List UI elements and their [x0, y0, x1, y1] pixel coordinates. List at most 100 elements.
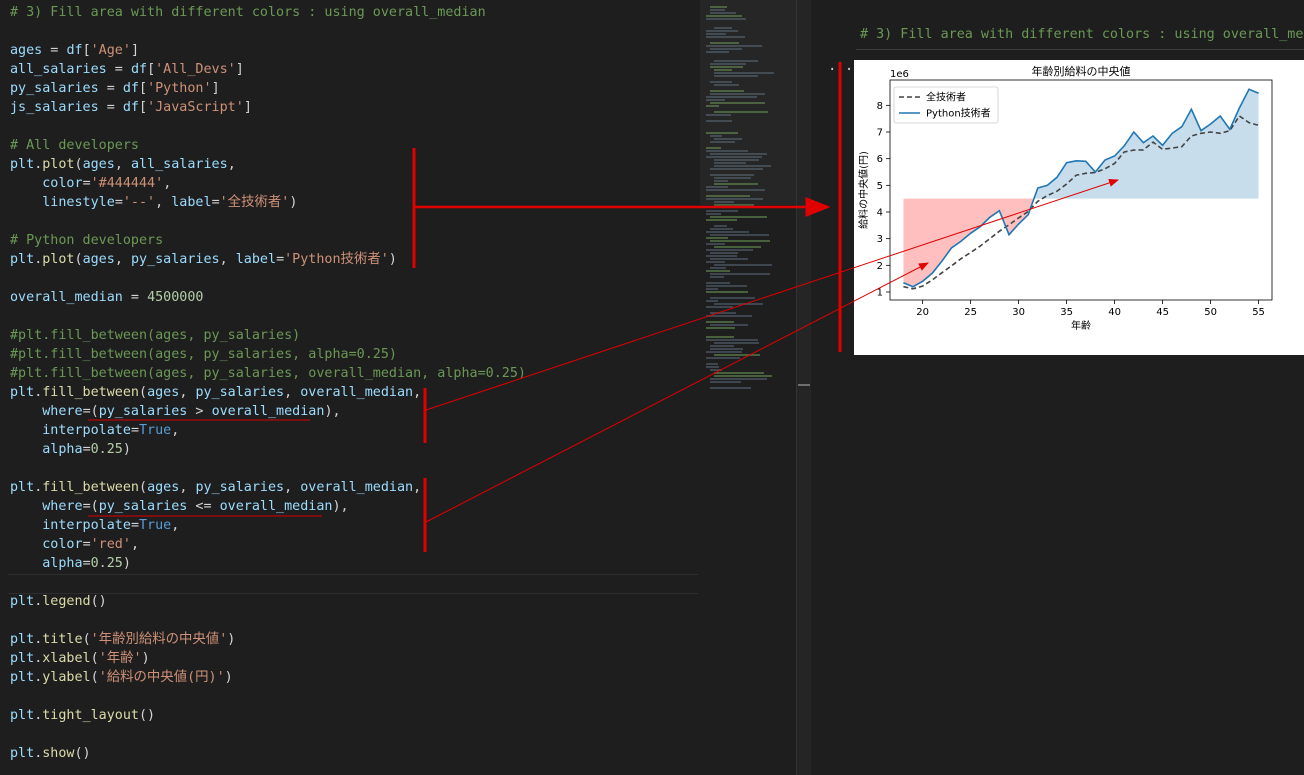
code-line[interactable]: # 3) Fill area with different colors : u…	[10, 3, 486, 22]
code-line[interactable]: overall_median = 4500000	[10, 288, 204, 307]
code-line[interactable]: # All developers	[10, 136, 139, 155]
code-line[interactable]: plt.plot(ages, all_salaries,	[10, 155, 236, 174]
code-line[interactable]: js_salaries = df['JavaScript']	[10, 98, 252, 117]
minimap-line	[710, 234, 769, 236]
code-line[interactable]: all_salaries = df['All_Devs']	[10, 60, 244, 79]
chart-title: 年齢別給料の中央値	[1032, 64, 1131, 78]
y-tick-label: 3	[877, 234, 883, 245]
code-line[interactable]: interpolate=True,	[10, 516, 179, 535]
code-token: (	[74, 252, 83, 267]
code-token: py_salaries	[195, 480, 285, 495]
code-token: =	[114, 195, 123, 210]
code-token: plt	[10, 651, 35, 666]
code-editor[interactable]: # 3) Fill area with different colors : u…	[0, 0, 700, 775]
code-token: =	[122, 290, 148, 305]
code-token: plt	[10, 632, 35, 647]
code-token: ,	[179, 480, 196, 495]
minimap-line	[706, 351, 742, 353]
code-token: ,	[413, 385, 422, 400]
code-token: ,	[114, 252, 131, 267]
code-token: # All developers	[10, 138, 139, 153]
vertical-scrollbar[interactable]	[796, 0, 811, 775]
code-token: plt	[10, 157, 35, 172]
code-token: ages	[147, 385, 180, 400]
code-line[interactable]: color='#444444',	[10, 174, 171, 193]
code-token: overall_median	[300, 385, 414, 400]
code-token: df	[66, 43, 83, 58]
code-line[interactable]: # Python developers	[10, 231, 163, 250]
x-tick-label: 20	[916, 307, 929, 318]
code-token: alpha	[42, 442, 83, 457]
code-token: #plt.fill_between(ages, py_salaries, alp…	[10, 347, 397, 362]
minimap-line	[714, 375, 772, 377]
code-token: =	[98, 100, 123, 115]
minimap-line	[710, 267, 726, 269]
code-line[interactable]: linestyle='--', label='全技術者')	[10, 193, 297, 212]
code-line[interactable]: where=(py_salaries <= overall_median),	[10, 497, 349, 516]
code-line[interactable]: interpolate=True,	[10, 421, 179, 440]
code-line[interactable]: py_salaries = df['Python']	[10, 79, 220, 98]
x-tick-label: 50	[1204, 307, 1217, 318]
code-token: 'All_Devs'	[155, 62, 236, 77]
code-token: ),	[332, 499, 349, 514]
code-line[interactable]: plt.legend()	[10, 592, 107, 611]
scrollbar-position-marker	[798, 384, 810, 386]
code-token: )	[224, 670, 233, 685]
code-token: 'red'	[90, 537, 131, 552]
code-token: overall_median	[300, 480, 414, 495]
code-line[interactable]: #plt.fill_between(ages, py_salaries)	[10, 326, 300, 345]
minimap-line	[706, 255, 737, 257]
code-token: )	[388, 252, 397, 267]
code-token: ()	[139, 708, 156, 723]
code-token: interpolate	[42, 518, 131, 533]
code-line[interactable]: plt.title('年齢別給料の中央値')	[10, 630, 235, 649]
minimap-slider[interactable]	[700, 0, 796, 205]
code-line[interactable]: plt.tight_layout()	[10, 706, 155, 725]
code-line[interactable]: #plt.fill_between(ages, py_salaries, ove…	[10, 364, 526, 383]
code-token: =	[82, 537, 91, 552]
code-line[interactable]: plt.ylabel('給料の中央値(円)')	[10, 668, 233, 687]
code-token: #plt.fill_between(ages, py_salaries)	[10, 328, 301, 343]
minimap-line	[710, 312, 736, 314]
minimap-line	[706, 288, 718, 290]
code-token: plt	[10, 252, 35, 267]
minimap-line	[710, 345, 734, 347]
code-line[interactable]: plt.show()	[10, 744, 91, 763]
code-line[interactable]: alpha=0.25)	[10, 440, 131, 459]
code-line[interactable]: plt.xlabel('年齢')	[10, 649, 150, 668]
minimap-line	[706, 366, 719, 368]
minimap-line	[706, 291, 748, 293]
code-token: label	[235, 252, 277, 267]
code-token: where	[42, 404, 83, 419]
code-token: =	[130, 518, 139, 533]
code-line[interactable]: alpha=0.25)	[10, 554, 131, 573]
code-line[interactable]: #plt.fill_between(ages, py_salaries, alp…	[10, 345, 397, 364]
code-line[interactable]: ages = df['Age']	[10, 41, 139, 60]
code-token: plt	[10, 385, 35, 400]
x-axis: 20 25 30 35 40 45 50 55	[916, 300, 1265, 318]
code-line[interactable]: where=(py_salaries > overall_median),	[10, 402, 340, 421]
code-line[interactable]: plt.plot(ages, py_salaries, label='Pytho…	[10, 250, 397, 269]
output-more-icon[interactable]: ...	[828, 58, 853, 74]
code-token: color	[42, 176, 83, 191]
code-token: <=	[187, 499, 220, 514]
code-token: ()	[90, 594, 107, 609]
code-token: )	[289, 195, 298, 210]
code-line[interactable]: color='red',	[10, 535, 139, 554]
code-line[interactable]: plt.fill_between(ages, py_salaries, over…	[10, 478, 421, 497]
legend-label: Python技術者	[926, 107, 991, 120]
code-token: ,	[163, 176, 172, 191]
y-tick-label: 6	[877, 154, 883, 165]
minimap-line	[714, 372, 764, 374]
code-token: '給料の中央値(円)'	[98, 670, 225, 685]
output-cell-header: # 3) Fill area with different colors : u…	[860, 27, 1304, 42]
minimap-line	[710, 258, 748, 260]
code-line[interactable]: plt.fill_between(ages, py_salaries, over…	[10, 383, 421, 402]
x-tick-label: 35	[1060, 307, 1073, 318]
code-token: ages	[147, 480, 180, 495]
